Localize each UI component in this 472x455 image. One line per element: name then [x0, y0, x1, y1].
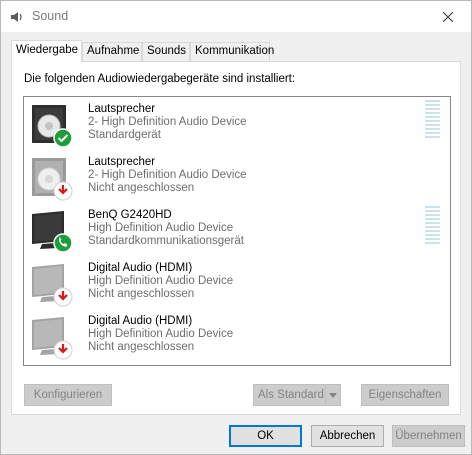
- speaker-icon: [32, 105, 73, 148]
- set-default-label: Als Standard: [258, 389, 324, 401]
- properties-button[interactable]: Eigenschaften: [361, 384, 449, 406]
- device-status: Nicht angeschlossen: [88, 341, 195, 353]
- instruction-text: Die folgenden Audiowiedergabegeräte sind…: [24, 73, 296, 85]
- speaker-icon: [11, 12, 22, 22]
- list-item[interactable]: Lautsprecher 2- High Definition Audio De…: [24, 97, 450, 150]
- set-default-dropdown[interactable]: [325, 385, 340, 405]
- device-name: Lautsprecher: [88, 156, 156, 168]
- sound-dialog: Sound Wiedergabe Aufnahme Sounds Kommuni…: [0, 0, 472, 455]
- device-status: Nicht angeschlossen: [88, 182, 195, 194]
- playback-panel: Die folgenden Audiowiedergabegeräte sind…: [11, 61, 461, 415]
- close-button[interactable]: [425, 1, 471, 32]
- chevron-down-icon: [329, 392, 337, 398]
- level-meter: [425, 100, 440, 140]
- tab-kommunikation[interactable]: Kommunikation: [190, 42, 274, 61]
- title-bar: Sound: [1, 1, 471, 32]
- speaker-icon: [32, 158, 73, 201]
- list-item[interactable]: Digital Audio (HDMI) High Definition Aud…: [24, 309, 450, 362]
- list-item[interactable]: BenQ G2420HD High Definition Audio Devic…: [24, 203, 450, 256]
- check-badge-icon: [53, 128, 73, 148]
- tab-aufnahme[interactable]: Aufnahme: [82, 42, 142, 61]
- device-name: Digital Audio (HDMI): [88, 315, 193, 327]
- device-list[interactable]: Lautsprecher 2- High Definition Audio De…: [23, 96, 451, 366]
- monitor-icon: [32, 264, 73, 307]
- tab-sounds[interactable]: Sounds: [142, 42, 190, 61]
- set-default-button[interactable]: Als Standard: [253, 384, 341, 406]
- device-status: Standardkommunikationsgerät: [88, 235, 244, 247]
- device-description: High Definition Audio Device: [88, 328, 234, 340]
- list-item[interactable]: Digital Audio (HDMI) High Definition Aud…: [24, 256, 450, 309]
- tab-wiedergabe[interactable]: Wiedergabe: [11, 40, 82, 62]
- level-meter: [425, 206, 440, 246]
- device-name: Lautsprecher: [88, 103, 156, 115]
- device-status: Standardgerät: [88, 129, 161, 141]
- ok-button[interactable]: OK: [229, 425, 302, 447]
- apply-button[interactable]: Übernehmen: [392, 425, 465, 447]
- list-item[interactable]: Lautsprecher 2- High Definition Audio De…: [24, 150, 450, 203]
- device-description: 2- High Definition Audio Device: [88, 116, 247, 128]
- device-description: High Definition Audio Device: [88, 275, 234, 287]
- device-description: High Definition Audio Device: [88, 222, 234, 234]
- configure-button[interactable]: Konfigurieren: [24, 384, 112, 406]
- monitor-icon: [32, 317, 73, 360]
- window-title: Sound: [32, 9, 69, 23]
- phone-badge-icon: [53, 233, 73, 253]
- device-description: 2- High Definition Audio Device: [88, 169, 247, 181]
- device-status: Nicht angeschlossen: [88, 288, 195, 300]
- device-name: BenQ G2420HD: [88, 209, 172, 221]
- close-icon: [443, 11, 453, 22]
- cancel-button[interactable]: Abbrechen: [311, 425, 384, 447]
- monitor-icon: [32, 211, 73, 253]
- device-name: Digital Audio (HDMI): [88, 262, 193, 274]
